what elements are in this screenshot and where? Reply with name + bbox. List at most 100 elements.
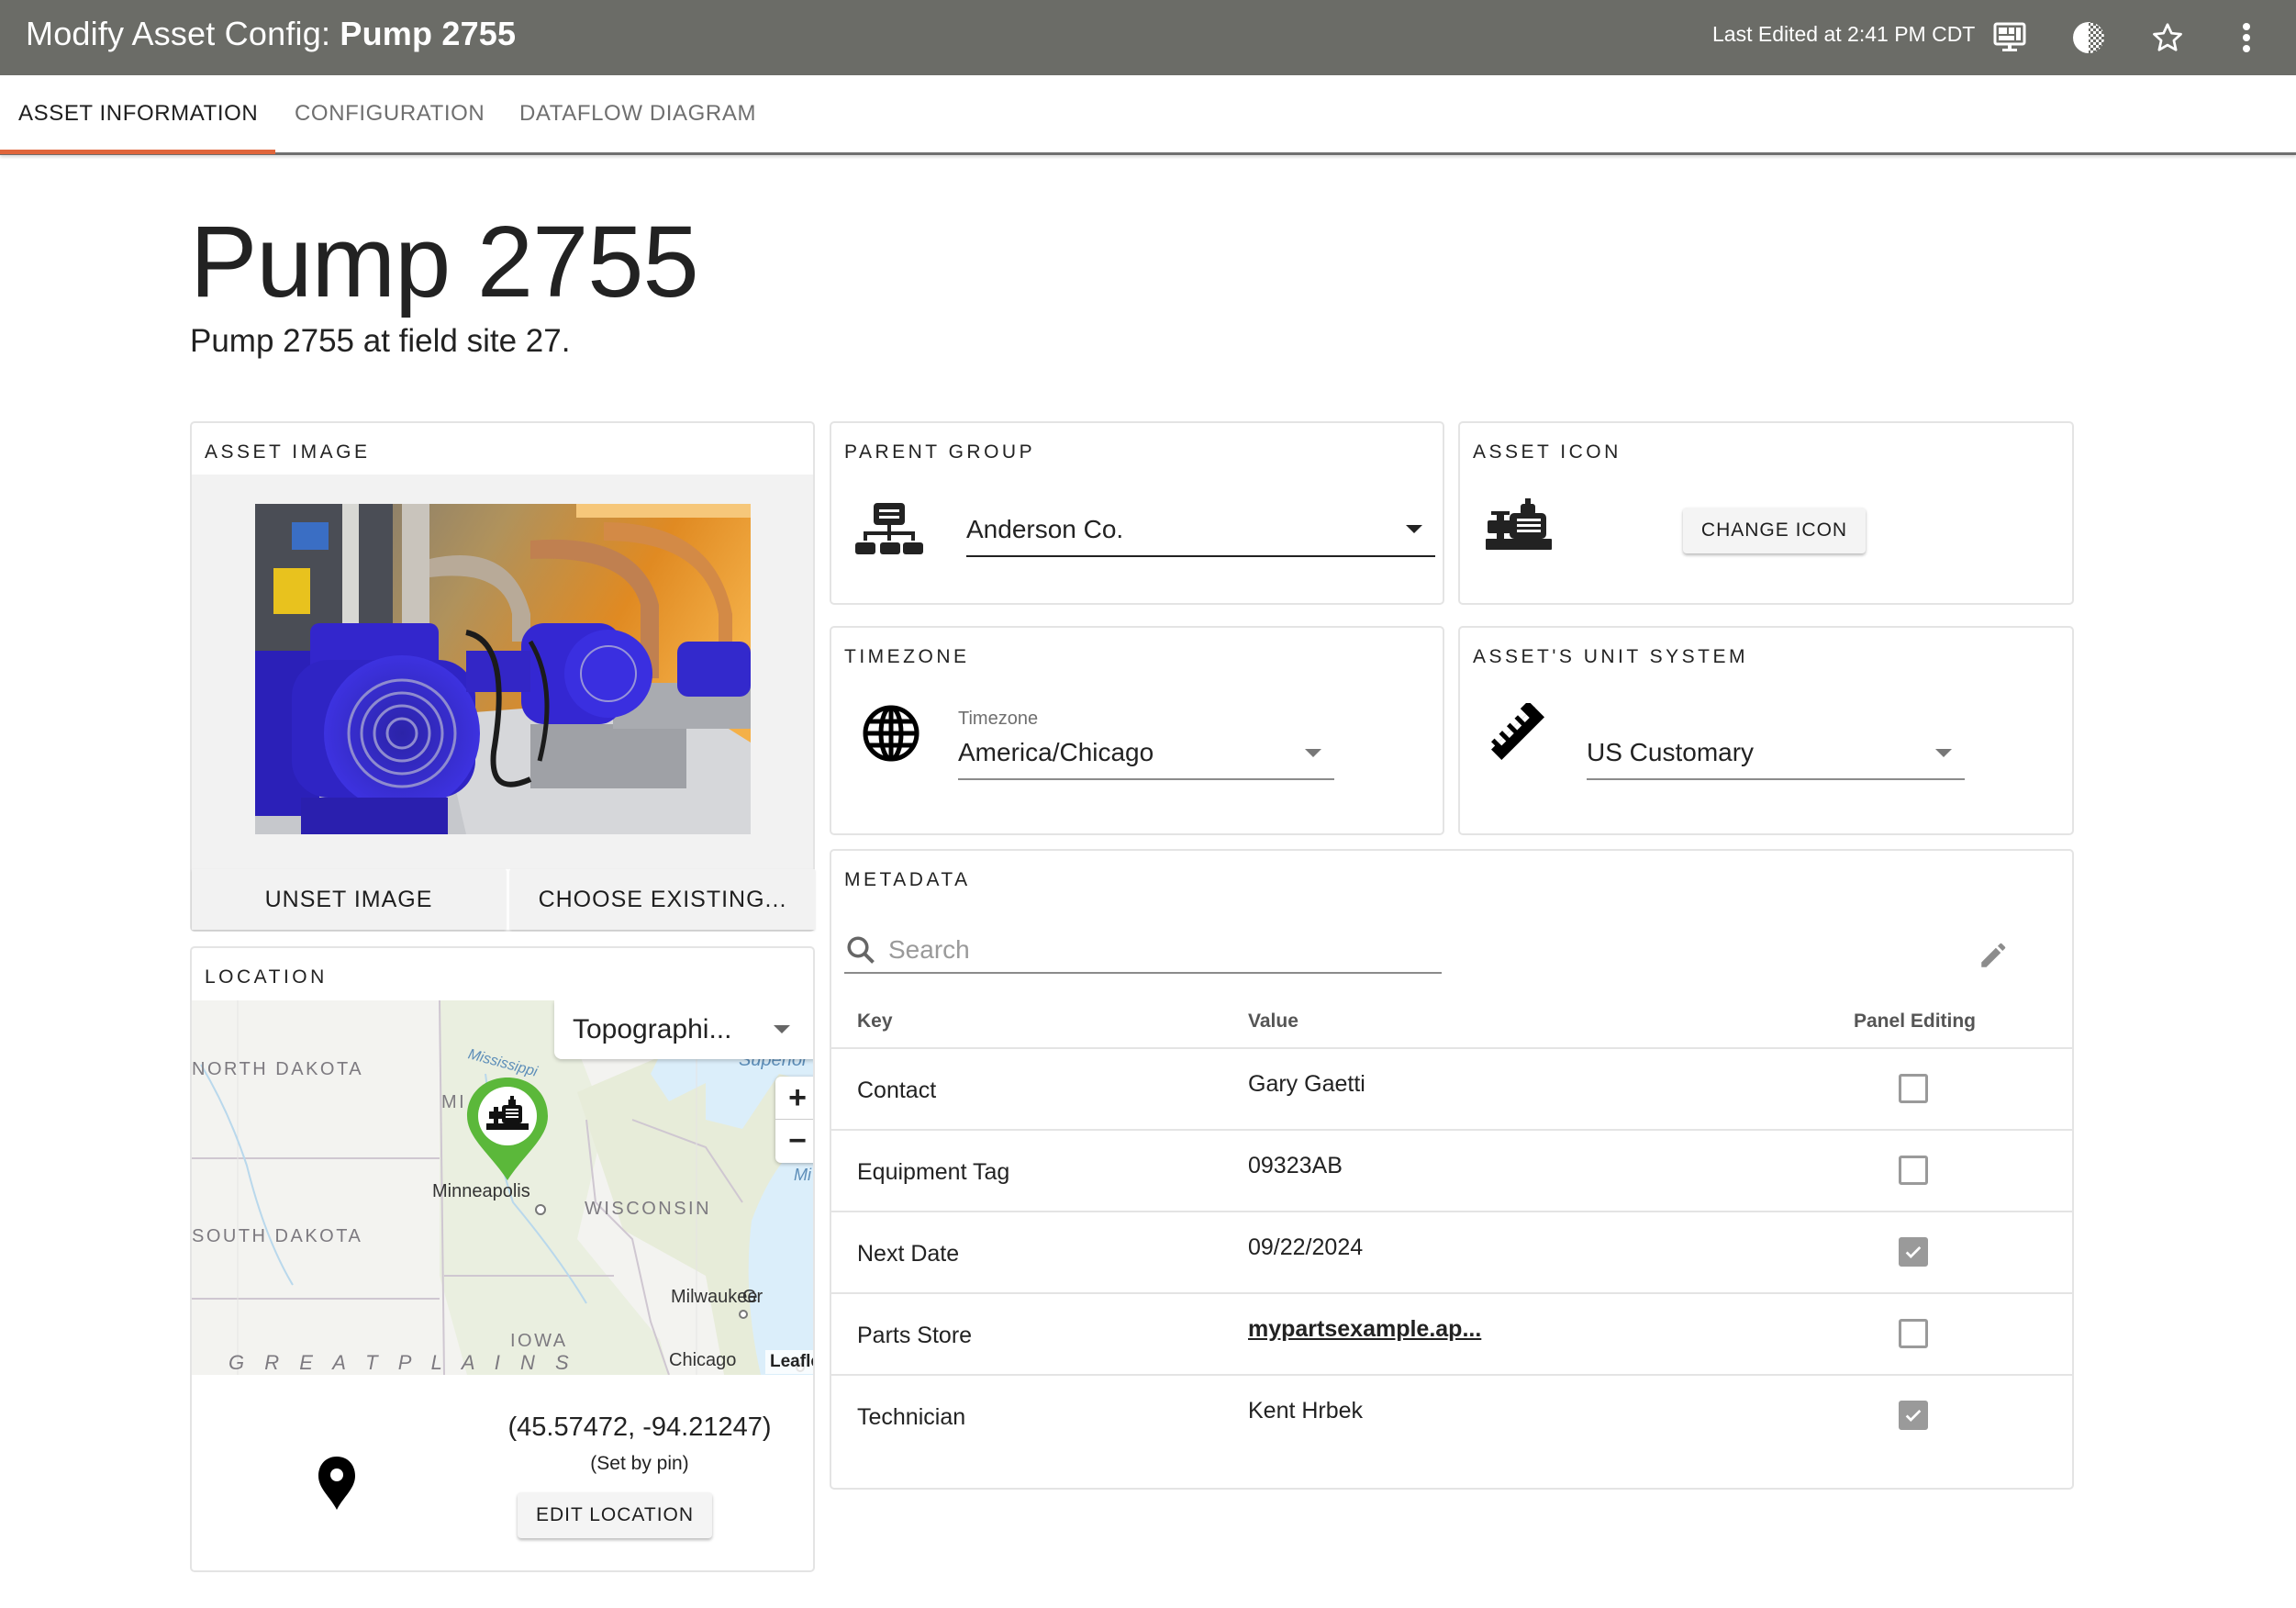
window-title: Modify Asset Config: Pump 2755 [26, 15, 516, 53]
metadata-search-input[interactable] [888, 932, 1430, 968]
card-title: ASSET IMAGE [205, 441, 371, 463]
location-card: LOCATION NORTH DAKOTA SOUTH DAKOTA MI TA [190, 946, 815, 1572]
location-pin-icon [317, 1455, 357, 1516]
panel-editing-checkbox[interactable] [1899, 1319, 1928, 1348]
edit-location-button[interactable]: EDIT LOCATION [518, 1492, 712, 1538]
map-attribution-link[interactable]: Leafle [765, 1350, 813, 1374]
panel-editing-checkbox[interactable] [1899, 1237, 1928, 1267]
card-title: METADATA [844, 869, 971, 890]
map-layer-select[interactable]: Topographi... [554, 1000, 813, 1059]
row-value-link[interactable]: mypartsexample.ap... [1248, 1316, 1481, 1343]
timezone-value: America/Chicago [958, 738, 1154, 766]
unit-system-select[interactable]: US Customary [1587, 732, 1965, 780]
column-header-value[interactable]: Value [1248, 1011, 1298, 1033]
card-title: ASSET ICON [1473, 441, 1622, 463]
asset-map-marker[interactable] [463, 1074, 552, 1184]
table-row[interactable]: Equipment Tag 09323AB [831, 1131, 2072, 1212]
asset-image-area [192, 475, 813, 869]
tab-dataflow-diagram[interactable]: DATAFLOW DIAGRAM [519, 101, 756, 127]
unit-system-card: ASSET'S UNIT SYSTEM US Customary [1458, 626, 2074, 835]
checkmark-icon [1905, 1409, 1922, 1422]
tab-bar-divider [0, 152, 2296, 155]
map-label-wisconsin: WISCONSIN [585, 1199, 712, 1219]
parent-group-value: Anderson Co. [966, 515, 1124, 543]
card-title: ASSET'S UNIT SYSTEM [1473, 646, 1749, 667]
unit-system-value: US Customary [1587, 738, 1755, 766]
map-label-south-dakota: SOUTH DAKOTA [192, 1226, 363, 1246]
map-label-great-plains: G R E A T P L A I N S [228, 1351, 576, 1374]
row-key: Next Date [857, 1241, 960, 1267]
map-label-iowa: IOWA [510, 1331, 568, 1351]
chevron-down-icon [1935, 749, 1952, 757]
column-header-panel-editing[interactable]: Panel Editing [1854, 1011, 1976, 1033]
card-title: TIMEZONE [844, 646, 970, 667]
table-header: Key Value Panel Editing [831, 998, 2072, 1049]
metadata-card: METADATA Key Value Panel Editing Contact… [830, 849, 2074, 1490]
table-row[interactable]: Technician Kent Hrbek [831, 1376, 2072, 1457]
timezone-field-label: Timezone [958, 709, 1039, 729]
metadata-table: Key Value Panel Editing Contact Gary Gaet… [831, 998, 2072, 1457]
choose-existing-image-button[interactable]: CHOOSE EXISTING... [510, 869, 815, 930]
more-vert-icon[interactable] [2225, 17, 2268, 59]
panel-editing-checkbox[interactable] [1899, 1074, 1928, 1103]
globe-icon [862, 704, 920, 767]
page-title: Pump 2755 [190, 206, 699, 318]
dashboard-monitor-icon[interactable] [1989, 17, 2031, 59]
row-key: Contact [857, 1078, 937, 1103]
card-title: LOCATION [205, 966, 328, 988]
chevron-down-icon [774, 1025, 790, 1033]
app-header: Modify Asset Config: Pump 2755 Last Edit… [0, 0, 2296, 75]
row-value: 09/22/2024 [1248, 1234, 1364, 1260]
ruler-icon [1488, 700, 1548, 768]
map-label-minneapolis: Minneapolis [432, 1181, 530, 1201]
panel-editing-checkbox[interactable] [1899, 1156, 1928, 1185]
chevron-down-icon [1305, 749, 1321, 757]
table-row[interactable]: Contact Gary Gaetti [831, 1049, 2072, 1131]
table-row[interactable]: Parts Store mypartsexample.ap... [831, 1294, 2072, 1376]
title-asset-name: Pump 2755 [340, 15, 517, 52]
map-zoom-in-button[interactable]: + [775, 1077, 813, 1120]
tab-configuration[interactable]: CONFIGURATION [295, 101, 485, 127]
unset-image-button[interactable]: UNSET IMAGE [192, 869, 506, 930]
title-prefix: Modify Asset Config: [26, 15, 340, 52]
row-key: Parts Store [857, 1323, 973, 1348]
row-key: Technician [857, 1404, 966, 1430]
edit-metadata-button[interactable] [1973, 935, 2013, 976]
hierarchy-icon [855, 501, 925, 564]
metadata-search [844, 928, 1442, 974]
timezone-card: TIMEZONE Timezone America/Chicago [830, 626, 1444, 835]
chevron-down-icon [1406, 525, 1422, 533]
tab-bar: ASSET INFORMATION CONFIGURATION DATAFLOW… [0, 75, 2296, 155]
location-coordinates: (45.57472, -94.21247) [507, 1413, 772, 1442]
map-zoom-out-button[interactable]: − [775, 1120, 813, 1163]
map-label-north-dakota: NORTH DAKOTA [192, 1059, 364, 1079]
card-title: PARENT GROUP [844, 441, 1036, 463]
timezone-select[interactable]: America/Chicago [958, 732, 1334, 780]
row-key: Equipment Tag [857, 1159, 1010, 1185]
active-tab-indicator [0, 150, 275, 154]
star-icon[interactable] [2146, 17, 2189, 59]
location-map[interactable]: NORTH DAKOTA SOUTH DAKOTA MI TA WISCONSI… [192, 1000, 813, 1375]
parent-group-select[interactable]: Anderson Co. [966, 509, 1435, 557]
map-label-chicago: Chicago [669, 1350, 737, 1370]
panel-editing-checkbox[interactable] [1899, 1401, 1928, 1430]
checkmark-icon [1905, 1245, 1922, 1258]
column-header-key[interactable]: Key [857, 1011, 893, 1033]
parent-group-card: PARENT GROUP Anderson Co. [830, 421, 1444, 605]
table-body: Contact Gary Gaetti Equipment Tag 09323AB Ne… [831, 1049, 2072, 1457]
page-subtitle: Pump 2755 at field site 27. [190, 323, 571, 359]
search-icon [844, 933, 877, 971]
asset-icon-card: ASSET ICON CHANGE ICON [1458, 421, 2074, 605]
location-source: (Set by pin) [590, 1453, 689, 1474]
change-icon-button[interactable]: CHANGE ICON [1683, 508, 1866, 553]
last-edited-timestamp: Last Edited at 2:41 PM CDT [1712, 22, 1976, 46]
row-value: 09323AB [1248, 1153, 1343, 1178]
tab-asset-information[interactable]: ASSET INFORMATION [18, 101, 258, 127]
map-label-mi: Mi [794, 1166, 811, 1184]
row-value: Gary Gaetti [1248, 1071, 1365, 1097]
table-row[interactable]: Next Date 09/22/2024 [831, 1212, 2072, 1294]
map-zoom-control: + − [775, 1077, 813, 1163]
asset-image-card: ASSET IMAGE UNSET IMAGE CHOOSE EXISTING.… [190, 421, 815, 932]
map-label-gr: Gr [742, 1287, 763, 1307]
contrast-icon[interactable] [2068, 17, 2110, 59]
